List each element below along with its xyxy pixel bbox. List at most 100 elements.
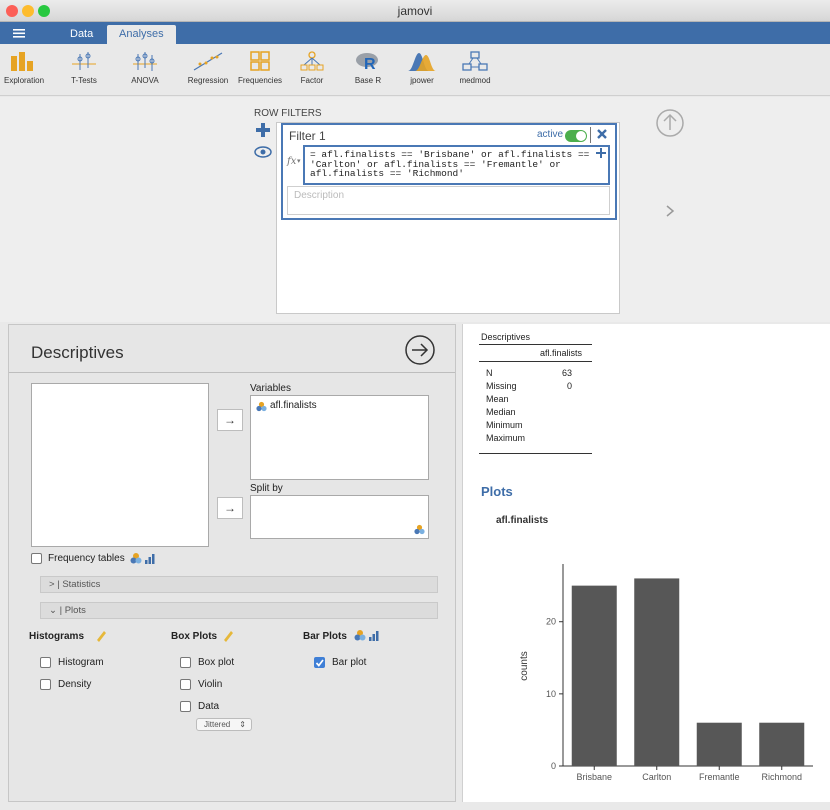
chevron-down-icon[interactable]: ▾: [297, 157, 301, 165]
x-tick-label: Fremantle: [699, 772, 740, 782]
bar-chart: 0 10 20 Brisbane Carlton Fremantle Richmond c…: [519, 564, 813, 782]
expression-line: afl.finalists == 'Richmond': [310, 168, 464, 179]
y-axis: 0 10 20: [546, 564, 564, 771]
filter-name[interactable]: Filter 1: [289, 129, 326, 143]
ribbon-medmod[interactable]: medmod: [459, 50, 491, 85]
ruler-icon: [95, 630, 107, 642]
bar: [634, 578, 680, 766]
arrow-up-circle-icon[interactable]: [655, 108, 685, 138]
histograms-heading: Histograms: [29, 631, 85, 642]
ribbon-label: Base R: [354, 76, 382, 85]
histogram-checkbox[interactable]: [40, 657, 51, 668]
results-panel: Descriptives afl.finalists N 63 Missing …: [462, 324, 830, 802]
add-filter-icon[interactable]: [255, 122, 271, 138]
table-row-label: Mean: [486, 394, 509, 404]
filter-expression-input[interactable]: = afl.finalists == 'Brisbane' or afl.fin…: [303, 145, 610, 185]
plots-section-header[interactable]: ⌄ | Plots: [40, 602, 438, 619]
y-tick-label: 0: [551, 761, 556, 771]
ribbon-base-r[interactable]: R Base R: [353, 50, 383, 85]
eye-icon[interactable]: [254, 146, 272, 158]
x-tick-label: Richmond: [761, 772, 802, 782]
jitter-select[interactable]: Jittered ⇕: [196, 718, 252, 731]
violin-label: Violin: [198, 679, 223, 690]
table-row-label: Maximum: [486, 433, 526, 443]
nominal-ordinal-icons: [130, 552, 156, 565]
ribbon-regression[interactable]: Regression: [185, 50, 231, 85]
bar: [759, 722, 805, 766]
ribbon-factor[interactable]: Factor: [297, 50, 327, 85]
chevron-right-icon: >: [49, 579, 55, 590]
ribbon-label: T-Tests: [71, 76, 97, 85]
filter-active-toggle[interactable]: [565, 130, 587, 142]
frequency-tables-checkbox[interactable]: [31, 553, 42, 564]
barplot-checkbox[interactable]: [314, 657, 325, 668]
ribbon-jpower[interactable]: jpower: [407, 50, 437, 85]
x-tick-label: Carlton: [642, 772, 671, 782]
move-to-variables-button[interactable]: →: [217, 409, 243, 431]
table-row-value: 63: [561, 368, 572, 378]
chevron-down-icon: ⌄: [49, 605, 57, 616]
fx-icon[interactable]: fx: [287, 156, 296, 167]
minimize-window-icon[interactable]: [22, 5, 34, 17]
window-titlebar: jamovi: [0, 0, 830, 22]
filter-description-input[interactable]: Description: [287, 186, 610, 215]
density-label: Density: [58, 679, 92, 690]
ribbon-label: Frequencies: [238, 76, 283, 85]
split-by-list[interactable]: [250, 495, 429, 539]
table-row-label: N: [486, 368, 493, 378]
table-rule: [479, 361, 592, 362]
ribbon-ttests[interactable]: T-Tests: [66, 50, 102, 85]
section-label: Plots: [64, 605, 86, 616]
medmod-icon: [462, 51, 488, 71]
y-tick-label: 20: [546, 617, 556, 627]
arrow-right-circle-icon[interactable]: [404, 334, 436, 366]
move-to-split-by-button[interactable]: →: [217, 497, 243, 519]
data-checkbox[interactable]: [180, 701, 191, 712]
barplots-heading: Bar Plots: [303, 631, 347, 642]
violin-checkbox[interactable]: [180, 679, 191, 690]
menubar: Data Analyses: [0, 22, 830, 44]
nominal-ordinal-icons: [354, 629, 380, 642]
ttests-icon: [72, 52, 96, 70]
base-r-icon: R: [356, 53, 378, 72]
data-label: Data: [198, 701, 220, 712]
ribbon-label: jpower: [410, 76, 434, 85]
ribbon-label: Factor: [300, 76, 324, 85]
add-condition-icon[interactable]: [596, 148, 606, 158]
anova-icon: [133, 52, 157, 71]
table-rule: [479, 344, 592, 345]
histogram-label: Histogram: [58, 657, 104, 668]
hamburger-icon[interactable]: [12, 26, 26, 40]
close-filter-icon[interactable]: [596, 128, 608, 140]
split-by-label: Split by: [250, 483, 283, 494]
analyses-ribbon: Exploration T-Tests ANOVA Regression Fre…: [0, 44, 830, 96]
ribbon-label: Regression: [187, 76, 229, 85]
y-tick-label: 10: [546, 689, 556, 699]
factor-icon: [300, 51, 324, 71]
exploration-icon: [11, 52, 33, 71]
table-column-header: afl.finalists: [540, 348, 583, 358]
variable-name: afl.finalists: [270, 400, 317, 411]
ribbon-label: Exploration: [4, 76, 45, 85]
ribbon-frequencies[interactable]: Frequencies: [238, 50, 282, 85]
barplot-label: Bar plot: [332, 657, 367, 668]
chevron-right-icon[interactable]: [663, 203, 677, 219]
tab-data[interactable]: Data: [58, 25, 105, 44]
ribbon-label: ANOVA: [131, 76, 159, 85]
available-variables-list[interactable]: [31, 383, 209, 547]
statistics-section-header[interactable]: > | Statistics: [40, 576, 438, 593]
table-row-label: Median: [486, 407, 516, 417]
table-row-label: Minimum: [486, 420, 523, 430]
zoom-window-icon[interactable]: [38, 5, 50, 17]
x-axis: Brisbane Carlton Fremantle Richmond: [563, 765, 813, 782]
ribbon-anova[interactable]: ANOVA: [128, 50, 162, 85]
tab-analyses[interactable]: Analyses: [107, 25, 176, 44]
descriptives-options-panel: Descriptives → Variables afl.finalists S…: [8, 324, 456, 802]
density-checkbox[interactable]: [40, 679, 51, 690]
variables-label: Variables: [250, 383, 291, 394]
variables-list[interactable]: afl.finalists: [250, 395, 429, 480]
boxplot-checkbox[interactable]: [180, 657, 191, 668]
divider: [9, 372, 455, 373]
close-window-icon[interactable]: [6, 5, 18, 17]
ribbon-exploration[interactable]: Exploration: [4, 50, 45, 85]
